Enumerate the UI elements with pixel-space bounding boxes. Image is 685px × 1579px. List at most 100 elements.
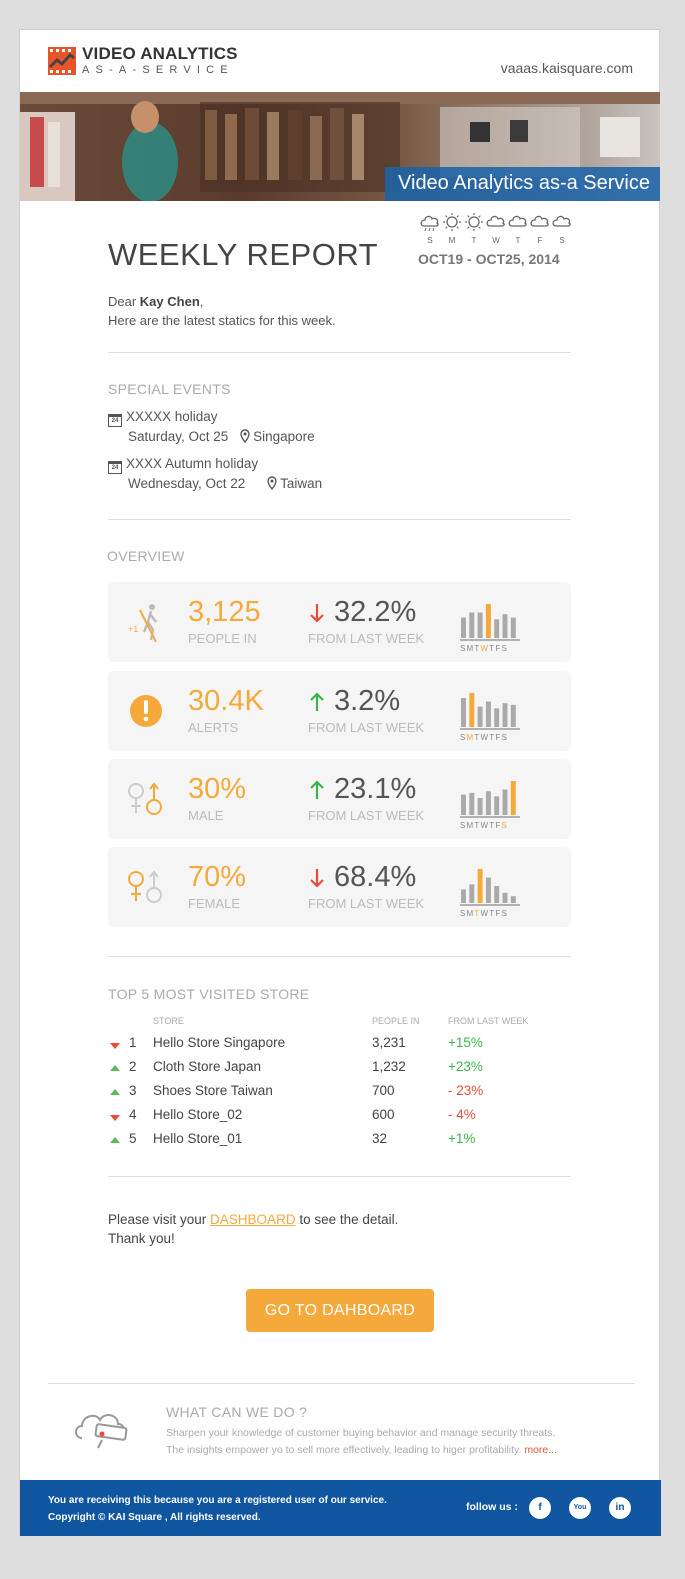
logo-title: VIDEO ANALYTICS <box>82 44 238 63</box>
mini-bar <box>485 604 491 638</box>
table-row[interactable]: 4 Hello Store_02 600 - 4% <box>108 1107 571 1131</box>
special-events-heading: SPECIAL EVENTS <box>108 381 231 397</box>
column-header-store: STORE <box>153 1016 184 1026</box>
store-people: 3,231 <box>372 1035 406 1050</box>
cloud-icon <box>508 215 527 227</box>
weather-day-label: S <box>427 236 433 245</box>
weather-day-label: W <box>492 236 500 245</box>
stat-card: 70% FEMALE 68.4% FROM LAST WEEK SMTWTFS <box>108 847 571 927</box>
stat-label: FEMALE <box>188 896 241 911</box>
mini-bar <box>502 614 508 638</box>
weather-day-label: T <box>471 236 477 245</box>
hero-banner: Video Analytics as-a Service <box>20 92 660 201</box>
mini-day-labels: SMTWTFS <box>460 644 508 653</box>
stat-label: ALERTS <box>188 720 239 735</box>
follow-us-label: follow us : <box>466 1501 518 1513</box>
trend-down-icon <box>110 1043 120 1049</box>
event-location: Taiwan <box>267 476 322 491</box>
mini-bar <box>485 791 491 815</box>
email-card: VIDEO ANALYTICS AS-A-SERVICE vaaas.kaisq… <box>19 29 661 1536</box>
event-location-label: Taiwan <box>280 476 323 491</box>
trend-up-icon <box>110 1089 120 1095</box>
stat-change-label: FROM LAST WEEK <box>308 631 425 646</box>
mini-bar <box>485 701 491 727</box>
column-header-change: FROM LAST WEEK <box>448 1016 529 1026</box>
weather-day-label: T <box>515 236 521 245</box>
sun-icon <box>465 213 483 231</box>
calendar-icon: 24 <box>108 414 122 427</box>
mini-bar-chart <box>460 693 520 730</box>
alert-icon <box>130 695 162 727</box>
event-date: Saturday, Oct 25 <box>128 429 229 444</box>
facebook-icon[interactable]: f <box>529 1497 551 1519</box>
visit-suffix: to see the detail. <box>295 1212 399 1227</box>
footer-text: You are receiving this because you are a… <box>48 1492 387 1526</box>
linkedin-icon[interactable]: in <box>609 1497 631 1519</box>
mini-bar <box>469 693 475 727</box>
store-name: Hello Store Singapore <box>153 1035 286 1050</box>
arrow-up-icon <box>310 692 324 711</box>
overview-heading: OVERVIEW <box>107 548 185 564</box>
youtube-icon[interactable]: You <box>569 1497 591 1519</box>
site-link[interactable]: vaaas.kaisquare.com <box>501 60 633 76</box>
mini-bar <box>502 892 508 903</box>
svg-text:+1: +1 <box>128 624 138 634</box>
stat-value: 70% <box>188 861 247 893</box>
store-rank: 3 <box>129 1083 137 1098</box>
stat-change: 3.2% <box>334 685 401 717</box>
mini-day-labels: SMTWTFS <box>460 909 508 918</box>
mini-day-labels: SMTWTFS <box>460 733 508 742</box>
store-rank: 1 <box>129 1035 137 1050</box>
store-people: 32 <box>372 1131 388 1146</box>
event-location: Singapore <box>240 429 315 444</box>
mini-day-label: S <box>501 909 509 918</box>
store-change: +23% <box>448 1059 483 1074</box>
mini-bar <box>477 798 483 815</box>
visit-prefix: Please visit your <box>108 1212 211 1227</box>
stat-change-label: FROM LAST WEEK <box>308 808 425 823</box>
dashboard-link[interactable]: DASHBOARD <box>210 1212 296 1227</box>
trend-up-icon <box>110 1137 120 1143</box>
mini-day-label: W <box>480 821 490 830</box>
hero-title: Video Analytics as-a Service <box>398 172 650 194</box>
sun-icon <box>443 213 461 231</box>
table-row[interactable]: 1 Hello Store Singapore 3,231 +15% <box>108 1035 571 1059</box>
table-row[interactable]: 3 Shoes Store Taiwan 700 - 23% <box>108 1083 571 1107</box>
store-rank: 5 <box>129 1131 137 1146</box>
visit-text: Please visit your DASHBOARD to see the d… <box>108 1210 398 1248</box>
mini-bar <box>461 617 466 638</box>
mini-bar <box>485 877 491 903</box>
mini-day-label: W <box>480 733 490 742</box>
stat-change: 68.4% <box>334 861 417 893</box>
table-row[interactable]: 5 Hello Store_01 32 +1% <box>108 1131 571 1155</box>
store-change: +1% <box>448 1131 476 1146</box>
mini-bar-chart <box>460 781 520 818</box>
stat-label: MALE <box>188 808 224 823</box>
store-rank: 4 <box>129 1107 137 1122</box>
store-name: Cloth Store Japan <box>153 1059 262 1074</box>
stat-card: 30% MALE 23.1% FROM LAST WEEK SMTWTFS <box>108 759 571 839</box>
store-change: +15% <box>448 1035 483 1050</box>
cloud-icon <box>530 215 549 227</box>
footer-line-1: You are receiving this because you are a… <box>48 1495 387 1506</box>
mini-bar <box>477 869 483 903</box>
mini-bar <box>494 708 500 727</box>
film-chart-logo-icon <box>48 47 76 75</box>
mini-bar <box>510 781 516 815</box>
cloud-icon <box>552 215 571 227</box>
event-date: Wednesday, Oct 22 <box>128 476 246 491</box>
stat-change: 23.1% <box>334 773 417 805</box>
stat-card: +1 3,125 PEOPLE IN 32.2% FROM LAST WEEK SMTWT… <box>108 582 571 662</box>
mini-bar <box>494 619 500 638</box>
mini-bar <box>461 889 466 903</box>
store-name: Hello Store_02 <box>153 1107 243 1122</box>
mini-bar <box>494 886 500 903</box>
divider <box>108 352 571 353</box>
store-people: 700 <box>372 1083 395 1098</box>
event-item: 24 XXXXX holiday Saturday, Oct 25 Singapo… <box>108 407 315 446</box>
go-to-dashboard-button[interactable]: GO TO DAHBOARD <box>246 1289 434 1332</box>
trend-up-icon <box>110 1065 120 1071</box>
table-row[interactable]: 2 Cloth Store Japan 1,232 +23% <box>108 1059 571 1083</box>
more-link[interactable]: more... <box>524 1444 557 1456</box>
stat-value: 30% <box>188 773 247 805</box>
